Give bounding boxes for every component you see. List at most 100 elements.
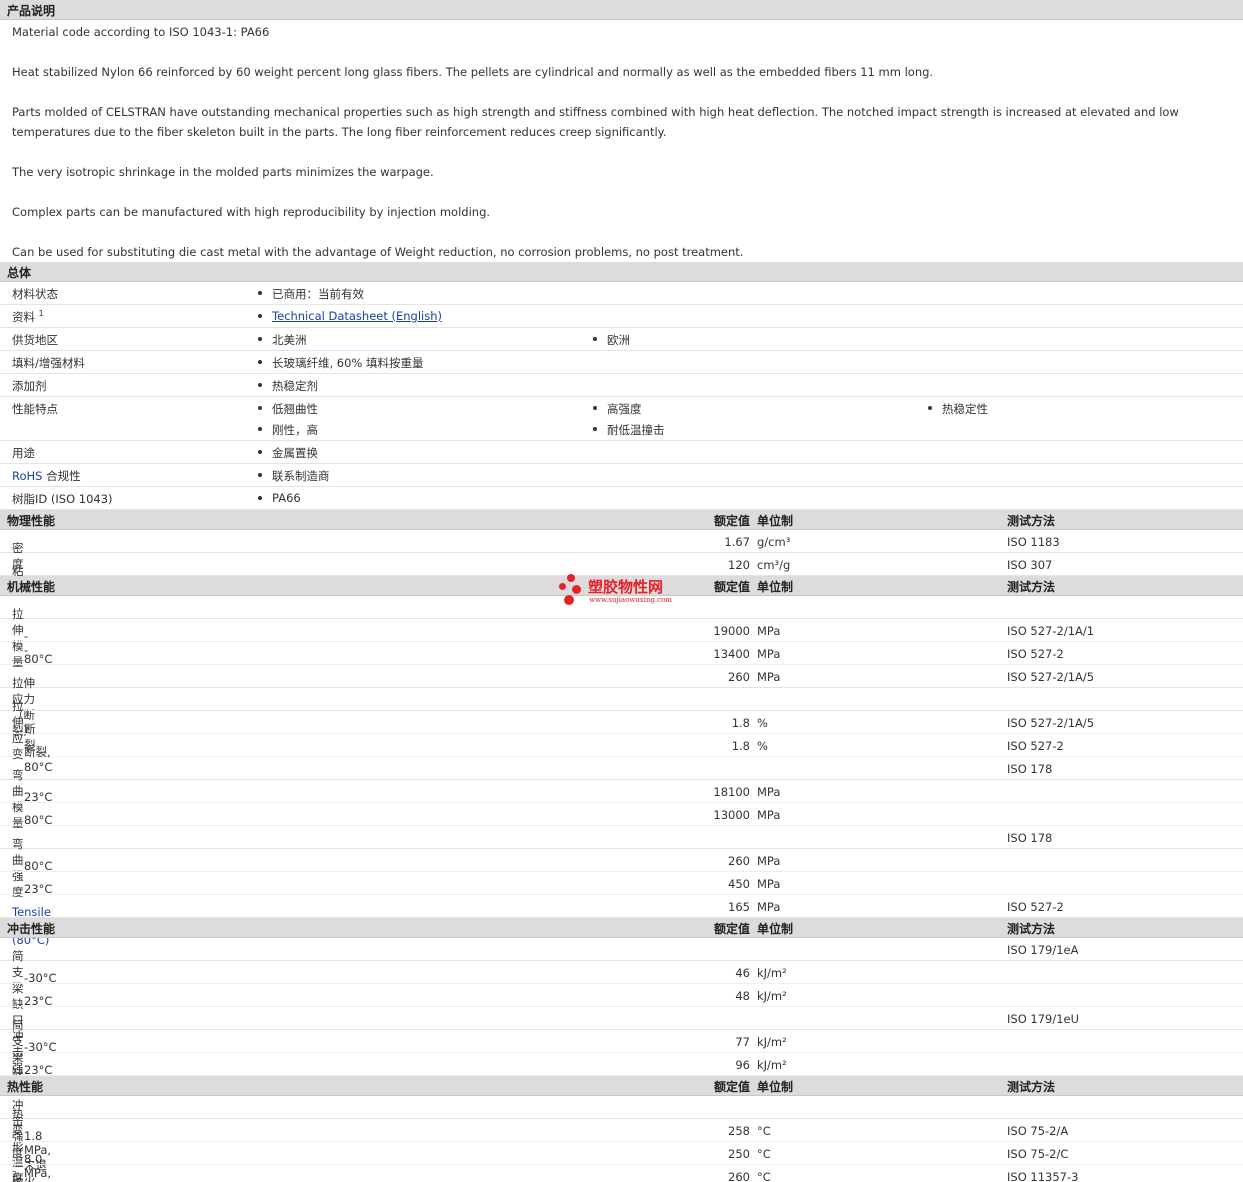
section-header: 冲击性能 额定值 单位制 测试方法	[0, 918, 1243, 938]
general-label: 树脂ID (ISO 1043)	[12, 491, 113, 507]
datasheet-page: 产品说明 Material code according to ISO 1043…	[0, 0, 1243, 1182]
property-unit: kJ/m²	[757, 1058, 787, 1072]
column-method-header: 测试方法	[1007, 1080, 1056, 1094]
general-values: 热稳定剂	[258, 374, 1243, 396]
property-row: 80°C 13000 MPa	[0, 803, 1243, 827]
general-row: 资料 1 Technical Datasheet (English)	[0, 305, 1243, 328]
general-row: 树脂ID (ISO 1043) PA66	[0, 487, 1243, 510]
general-value-item: 欧洲	[593, 332, 928, 348]
general-value-item: 低翘曲性	[258, 401, 593, 417]
property-row: 80°C 13400 MPa ISO 527-2	[0, 642, 1243, 666]
property-unit: °C	[757, 1147, 771, 1161]
general-value-text: 已商用：当前有效	[272, 287, 364, 301]
general-values: Technical Datasheet (English)	[258, 305, 1243, 325]
property-unit: kJ/m²	[757, 989, 787, 1003]
general-value-item: 北美洲	[258, 332, 593, 348]
property-row: 熔融温度 2 260 °C ISO 11357-3	[0, 1165, 1243, 1182]
property-value: 77	[735, 1035, 750, 1049]
property-value: 19000	[713, 624, 750, 638]
general-label-text: RoHS 合规性	[12, 469, 81, 483]
property-row: 23°C 48 kJ/m²	[0, 984, 1243, 1008]
watermark-brand: 塑胶物性网	[588, 578, 664, 596]
property-value: 13000	[713, 808, 750, 822]
datasheet-link[interactable]: Technical Datasheet (English)	[272, 309, 442, 323]
description-paragraph: Parts molded of CELSTRAN have outstandin…	[12, 105, 1179, 139]
property-name-text: 80°C	[24, 859, 53, 873]
property-row: 粘数120cm³/gISO 307	[0, 553, 1243, 594]
section-title: 物理性能	[7, 514, 56, 528]
general-value-text: 欧洲	[607, 333, 630, 347]
general-values: 低翘曲性 高强度 热稳定性 刚性，高 耐低温撞击	[258, 397, 1243, 440]
general-label-text: 树脂ID (ISO 1043)	[12, 492, 113, 506]
column-method-header: 测试方法	[1007, 922, 1056, 936]
test-method: ISO 178	[1007, 831, 1053, 845]
general-value-item: Technical Datasheet (English)	[258, 309, 593, 323]
property-sections: 物理性能额定值单位制测试方法密度1.67g/cm³ISO 1183粘数120cm…	[0, 510, 1243, 1182]
description-body: Material code according to ISO 1043-1: P…	[0, 20, 1243, 262]
property-unit: cm³/g	[757, 558, 791, 572]
general-label: 供货地区	[12, 332, 58, 348]
general-value-text: 热稳定性	[942, 402, 988, 416]
logo-dot	[567, 574, 575, 582]
general-header: 总体	[0, 262, 1243, 282]
property-name-text: 23°C	[24, 1063, 53, 1077]
column-unit-header: 单位制	[757, 514, 794, 528]
test-method: ISO 11357-3	[1007, 1170, 1079, 1182]
section-title: 热性能	[7, 1080, 44, 1094]
section-header: 物理性能 额定值 单位制 测试方法	[0, 510, 1243, 530]
general-label: 材料状态	[12, 286, 58, 302]
property-value: 46	[735, 966, 750, 980]
property-unit: kJ/m²	[757, 966, 787, 980]
watermark-logo: 塑胶物性网 www.sujiaowuxing.com	[558, 574, 688, 610]
property-value: 260	[728, 1170, 750, 1182]
section-title: 冲击性能	[7, 922, 56, 936]
property-row: 23°C 450 MPa	[0, 872, 1243, 896]
property-row: 拉伸应力（断裂） 260 MPa ISO 527-2/1A/5	[0, 665, 1243, 738]
column-value-header: 额定值	[713, 1080, 750, 1094]
description-paragraph: The very isotropic shrinkage in the mold…	[12, 165, 434, 179]
general-value-text: 刚性，高	[272, 423, 318, 437]
property-unit: MPa	[757, 785, 781, 799]
property-row: 密度 1.67 g/cm³ ISO 1183	[0, 530, 1243, 571]
footnote-marker: 1	[38, 309, 44, 319]
property-row: 拉伸应变	[0, 688, 1243, 761]
property-unit: MPa	[757, 854, 781, 868]
column-unit-header: 单位制	[757, 580, 794, 594]
section-header: 热性能 额定值 单位制 测试方法	[0, 1076, 1243, 1096]
property-value: 96	[735, 1058, 750, 1072]
general-value-item: 已商用：当前有效	[258, 286, 593, 302]
property-unit: MPa	[757, 647, 781, 661]
general-label-text: 性能特点	[12, 402, 58, 416]
general-value-item: 刚性，高	[258, 422, 593, 438]
property-value: 258	[728, 1124, 750, 1138]
general-value-text: 长玻璃纤维, 60% 填料按重量	[272, 356, 424, 370]
rohs-text: RoHS	[12, 469, 43, 483]
test-method: ISO 527-2/1A/5	[1007, 670, 1095, 684]
property-unit: MPa	[757, 808, 781, 822]
property-name-text: 80°C	[24, 813, 53, 827]
test-method: ISO 527-2/1A/1	[1007, 624, 1095, 638]
general-label: 资料 1	[12, 309, 44, 325]
general-value-text: PA66	[272, 491, 301, 505]
general-value-item: 耐低温撞击	[593, 422, 928, 438]
general-row: 用途 金属置换	[0, 441, 1243, 464]
column-unit-header: 单位制	[757, 922, 794, 936]
property-row: 简支梁缺口冲击强度ISO 179/1eU	[0, 1007, 1243, 1160]
general-row: 材料状态 已商用：当前有效	[0, 282, 1243, 305]
general-values: 北美洲 欧洲	[258, 328, 1243, 350]
general-value-text: 北美洲	[272, 333, 307, 347]
property-value: 165	[728, 900, 750, 914]
property-value: 260	[728, 854, 750, 868]
general-values: PA66	[258, 487, 1243, 507]
property-name-text: 熔融温度	[12, 1175, 24, 1182]
property-value: 18100	[713, 785, 750, 799]
general-value-text: 低翘曲性	[272, 402, 318, 416]
description-paragraph: Complex parts can be manufactured with h…	[12, 205, 491, 219]
property-unit: °C	[757, 1170, 771, 1182]
general-values: 金属置换	[258, 441, 1243, 463]
general-label-text: 资料	[12, 310, 35, 324]
general-row: 添加剂 热稳定剂	[0, 374, 1243, 397]
property-row: 断裂, 80°C 1.8% ISO 527-2	[0, 734, 1243, 774]
property-unit: MPa	[757, 624, 781, 638]
general-label-text: 供货地区	[12, 333, 58, 347]
